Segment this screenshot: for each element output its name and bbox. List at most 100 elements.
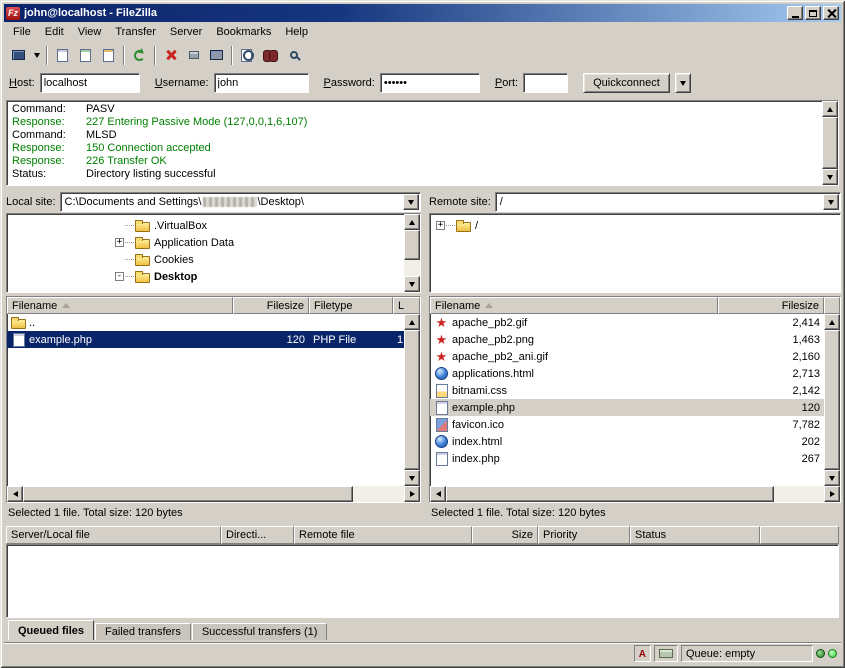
compare-icon[interactable] <box>236 44 259 66</box>
scroll-right-button[interactable] <box>824 486 840 502</box>
menu-server[interactable]: Server <box>163 24 209 40</box>
scroll-right-button[interactable] <box>404 486 420 502</box>
titlebar[interactable]: Fz john@localhost - FileZilla <box>4 4 841 22</box>
tab-successful-transfers[interactable]: Successful transfers (1) <box>192 623 328 640</box>
column-header-filesize[interactable]: Filesize <box>233 297 309 314</box>
menu-file[interactable]: File <box>6 24 38 40</box>
scroll-up-button[interactable] <box>824 314 840 330</box>
password-input[interactable] <box>380 73 480 93</box>
reconnect-icon[interactable] <box>205 44 228 66</box>
minimize-button[interactable] <box>787 6 803 20</box>
scroll-thumb[interactable] <box>23 486 353 502</box>
scroll-up-button[interactable] <box>822 101 838 117</box>
scroll-thumb[interactable] <box>446 486 774 502</box>
scroll-up-button[interactable] <box>404 214 420 230</box>
cancel-icon[interactable] <box>159 44 182 66</box>
table-row[interactable]: favicon.ico7,782 <box>430 416 824 433</box>
toggle-log-icon[interactable] <box>51 44 74 66</box>
local-site-combo[interactable]: C:\Documents and Settings\\Desktop\ <box>60 192 421 212</box>
column-header-lastmodified[interactable]: L <box>393 297 420 314</box>
close-button[interactable] <box>823 6 839 20</box>
quickconnect-button[interactable]: Quickconnect <box>583 73 670 93</box>
column-header-filename[interactable]: Filename <box>430 297 718 314</box>
menu-edit[interactable]: Edit <box>38 24 71 40</box>
disconnect-icon[interactable] <box>182 44 205 66</box>
scroll-thumb[interactable] <box>824 330 840 470</box>
local-list-scrollbar[interactable] <box>404 314 420 486</box>
column-header-size[interactable]: Size <box>472 526 538 544</box>
combo-dropdown-button[interactable] <box>823 194 839 210</box>
filename-cell: bitnami.css <box>430 382 718 399</box>
column-header-priority[interactable]: Priority <box>538 526 630 544</box>
tree-item-virtualbox[interactable]: .VirtualBox <box>7 217 404 234</box>
username-input[interactable] <box>214 73 309 93</box>
tree-item-cookies[interactable]: Cookies <box>7 251 404 268</box>
refresh-icon[interactable] <box>128 44 151 66</box>
scroll-down-button[interactable] <box>822 169 838 185</box>
menu-bookmarks[interactable]: Bookmarks <box>209 24 278 40</box>
table-row[interactable]: bitnami.css2,142 <box>430 382 824 399</box>
table-row-selected[interactable]: example.php120 <box>430 399 824 416</box>
transfer-type-indicator[interactable] <box>634 645 651 662</box>
column-header-direction[interactable]: Directi... <box>221 526 294 544</box>
table-row[interactable]: index.php267 <box>430 450 824 467</box>
find-files-icon[interactable] <box>282 44 305 66</box>
quickconnect-dropdown-button[interactable] <box>675 73 691 93</box>
filename-cell: .. <box>7 314 233 331</box>
maximize-button[interactable] <box>805 6 821 20</box>
column-header-status[interactable]: Status <box>630 526 760 544</box>
toggle-queue-icon[interactable] <box>97 44 120 66</box>
scroll-track[interactable] <box>353 486 404 502</box>
tree-item-application-data[interactable]: +Application Data <box>7 234 404 251</box>
expander-minus-icon[interactable]: - <box>115 272 124 281</box>
scroll-down-button[interactable] <box>824 470 840 486</box>
scroll-track[interactable] <box>774 486 824 502</box>
column-header-filetype[interactable]: Filetype <box>309 297 393 314</box>
combo-dropdown-button[interactable] <box>403 194 419 210</box>
local-h-scrollbar[interactable] <box>7 486 420 502</box>
log-type: Command: <box>12 103 86 116</box>
table-row[interactable]: .. <box>7 314 404 331</box>
encryption-indicator[interactable] <box>654 645 678 662</box>
host-input[interactable] <box>40 73 140 93</box>
column-header-filesize[interactable]: Filesize <box>718 297 824 314</box>
expander-plus-icon[interactable]: + <box>115 238 124 247</box>
toggle-tree-icon[interactable] <box>74 44 97 66</box>
table-row-selected[interactable]: example.php 120 PHP File 1 <box>7 331 404 348</box>
scroll-down-button[interactable] <box>404 276 420 292</box>
expander-plus-icon[interactable]: + <box>436 221 445 230</box>
table-row[interactable]: apache_pb2.png1,463 <box>430 331 824 348</box>
tab-failed-transfers[interactable]: Failed transfers <box>95 623 191 640</box>
tree-item-root[interactable]: +/ <box>430 217 840 234</box>
menu-help[interactable]: Help <box>278 24 315 40</box>
chevron-down-icon <box>680 81 686 86</box>
scroll-left-button[interactable] <box>430 486 446 502</box>
site-manager-dropdown-icon[interactable] <box>30 44 43 66</box>
menu-transfer[interactable]: Transfer <box>108 24 163 40</box>
remote-list-scrollbar[interactable] <box>824 314 840 486</box>
table-row[interactable]: index.html202 <box>430 433 824 450</box>
log-scrollbar[interactable] <box>822 101 838 185</box>
scroll-down-button[interactable] <box>404 470 420 486</box>
scroll-up-button[interactable] <box>404 314 420 330</box>
scroll-thumb[interactable] <box>404 330 420 470</box>
sync-browsing-icon[interactable] <box>259 44 282 66</box>
scroll-track[interactable] <box>404 260 420 276</box>
column-header-remote-file[interactable]: Remote file <box>294 526 472 544</box>
local-tree-scrollbar[interactable] <box>404 214 420 292</box>
menu-view[interactable]: View <box>71 24 109 40</box>
scroll-thumb[interactable] <box>822 117 838 169</box>
column-header-filename[interactable]: Filename <box>7 297 233 314</box>
table-row[interactable]: apache_pb2_ani.gif2,160 <box>430 348 824 365</box>
table-row[interactable]: apache_pb2.gif2,414 <box>430 314 824 331</box>
tab-queued-files[interactable]: Queued files <box>8 620 94 640</box>
site-manager-icon[interactable] <box>7 44 30 66</box>
tree-item-desktop[interactable]: -Desktop <box>7 268 404 285</box>
port-input[interactable] <box>523 73 568 93</box>
remote-h-scrollbar[interactable] <box>430 486 840 502</box>
table-row[interactable]: applications.html2,713 <box>430 365 824 382</box>
remote-site-combo[interactable]: / <box>495 192 841 212</box>
scroll-thumb[interactable] <box>404 230 420 260</box>
scroll-left-button[interactable] <box>7 486 23 502</box>
column-header-server-local-file[interactable]: Server/Local file <box>6 526 221 544</box>
